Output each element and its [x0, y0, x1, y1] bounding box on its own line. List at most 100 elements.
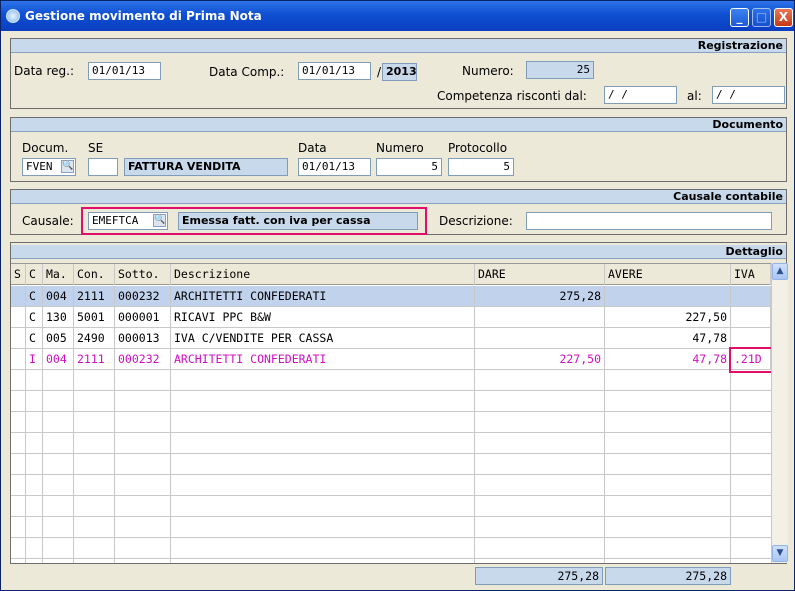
numero-field: 25 [526, 61, 594, 79]
cell-ma[interactable]: 130 [43, 307, 74, 328]
cell-c[interactable]: C [26, 328, 43, 349]
docum-description: FATTURA VENDITA [124, 158, 288, 176]
col-s[interactable]: S [11, 264, 26, 285]
scroll-track[interactable] [772, 281, 788, 543]
cell-avere[interactable]: 47,78 [605, 349, 731, 370]
docum-value: FVEN [26, 160, 53, 173]
col-c[interactable]: C [26, 264, 43, 285]
minimize-button[interactable]: _ [730, 8, 749, 27]
cell-s[interactable] [11, 307, 26, 328]
col-con[interactable]: Con. [74, 264, 115, 285]
cell-s[interactable] [11, 349, 26, 370]
table-row[interactable]: C 004 2111 000232 ARCHITETTI CONFEDERATI… [11, 286, 771, 307]
table-row[interactable] [11, 433, 771, 454]
se-field[interactable] [88, 158, 118, 176]
table-row[interactable] [11, 370, 771, 391]
col-avere[interactable]: AVERE [605, 264, 731, 285]
cell-c[interactable]: C [26, 307, 43, 328]
cell-con[interactable]: 2490 [74, 328, 115, 349]
cell-sotto[interactable]: 000013 [115, 328, 171, 349]
table-row[interactable] [11, 454, 771, 475]
column-divider [114, 370, 115, 563]
cell-iva[interactable] [731, 286, 771, 307]
data-reg-field[interactable]: 01/01/13 [88, 62, 161, 80]
causale-header: Causale contabile [11, 190, 786, 204]
registrazione-panel: Registrazione Data reg.: 01/01/13 Data C… [10, 38, 787, 109]
cell-ma[interactable]: 005 [43, 328, 74, 349]
table-row[interactable] [11, 517, 771, 538]
data-reg-label: Data reg.: [14, 64, 74, 78]
scroll-down-icon[interactable]: ▼ [772, 545, 788, 562]
col-iva[interactable]: IVA [731, 264, 771, 285]
col-ma[interactable]: Ma. [43, 264, 74, 285]
protocollo-field[interactable]: 5 [448, 158, 514, 176]
cell-sotto[interactable]: 000232 [115, 349, 171, 370]
column-divider [474, 370, 475, 563]
cell-ma[interactable]: 004 [43, 286, 74, 307]
table-row[interactable]: C 005 2490 000013 IVA C/VENDITE PER CASS… [11, 328, 771, 349]
total-avere: 275,28 [605, 567, 731, 585]
cell-con[interactable]: 2111 [74, 286, 115, 307]
cell-avere[interactable] [605, 286, 731, 307]
table-row[interactable]: I 004 2111 000232 ARCHITETTI CONFEDERATI… [11, 349, 771, 370]
scroll-up-icon[interactable]: ▲ [772, 263, 788, 280]
cell-descrizione[interactable]: RICAVI PPC B&W [171, 307, 475, 328]
search-icon[interactable]: 🔍 [61, 160, 74, 173]
iva-highlight [729, 347, 771, 373]
causale-highlight [81, 207, 427, 235]
se-label: SE [88, 141, 104, 155]
cell-dare[interactable] [475, 328, 605, 349]
docum-field[interactable]: FVEN 🔍 [22, 158, 76, 176]
competenza-label: Competenza risconti dal: [437, 89, 587, 103]
dettaglio-grid[interactable]: S C Ma. Con. Sotto. Descrizione DARE AVE… [11, 263, 771, 563]
cell-s[interactable] [11, 328, 26, 349]
cell-sotto[interactable]: 000001 [115, 307, 171, 328]
cell-descrizione[interactable]: ARCHITETTI CONFEDERATI [171, 286, 475, 307]
cell-con[interactable]: 5001 [74, 307, 115, 328]
cell-ma[interactable]: 004 [43, 349, 74, 370]
numero-label: Numero: [462, 64, 514, 78]
cell-iva[interactable] [731, 307, 771, 328]
column-divider [73, 370, 74, 563]
col-sotto[interactable]: Sotto. [115, 264, 171, 285]
table-row[interactable] [11, 391, 771, 412]
cell-dare[interactable]: 227,50 [475, 349, 605, 370]
numero-doc-field[interactable]: 5 [376, 158, 442, 176]
cell-descrizione[interactable]: ARCHITETTI CONFEDERATI [171, 349, 475, 370]
cell-c[interactable]: I [26, 349, 43, 370]
competenza-dal-field[interactable]: / / [604, 86, 677, 104]
col-dare[interactable]: DARE [475, 264, 605, 285]
title-bar[interactable]: Gestione movimento di Prima Nota _ □ X [1, 1, 794, 31]
registrazione-header: Registrazione [11, 39, 786, 53]
cell-dare[interactable]: 275,28 [475, 286, 605, 307]
app-icon [6, 9, 20, 23]
cell-dare[interactable] [475, 307, 605, 328]
close-button[interactable]: X [774, 8, 793, 27]
dettaglio-header: Dettaglio [11, 245, 786, 259]
maximize-button[interactable]: □ [752, 8, 771, 27]
cell-sotto[interactable]: 000232 [115, 286, 171, 307]
cell-s[interactable] [11, 286, 26, 307]
vertical-scrollbar[interactable]: ▲ ▼ [771, 263, 788, 563]
cell-con[interactable]: 2111 [74, 349, 115, 370]
al-label: al: [687, 89, 702, 103]
cell-avere[interactable]: 227,50 [605, 307, 731, 328]
table-row[interactable] [11, 538, 771, 559]
cell-c[interactable]: C [26, 286, 43, 307]
data-doc-field[interactable]: 01/01/13 [298, 158, 371, 176]
grid-header-row: S C Ma. Con. Sotto. Descrizione DARE AVE… [11, 264, 771, 285]
cell-iva[interactable] [731, 328, 771, 349]
col-descrizione[interactable]: Descrizione [171, 264, 475, 285]
table-row[interactable] [11, 496, 771, 517]
data-comp-field[interactable]: 01/01/13 [298, 62, 371, 80]
table-row[interactable]: C 130 5001 000001 RICAVI PPC B&W 227,50 [11, 307, 771, 328]
causale-panel: Causale contabile Causale: EMEFTCA 🔍 Eme… [10, 189, 787, 235]
descrizione-field[interactable] [526, 212, 772, 230]
cell-avere[interactable]: 47,78 [605, 328, 731, 349]
competenza-al-field[interactable]: / / [712, 86, 785, 104]
prima-nota-window: Gestione movimento di Prima Nota _ □ X R… [0, 0, 795, 591]
cell-descrizione[interactable]: IVA C/VENDITE PER CASSA [171, 328, 475, 349]
table-row[interactable] [11, 475, 771, 496]
column-divider [42, 370, 43, 563]
table-row[interactable] [11, 412, 771, 433]
